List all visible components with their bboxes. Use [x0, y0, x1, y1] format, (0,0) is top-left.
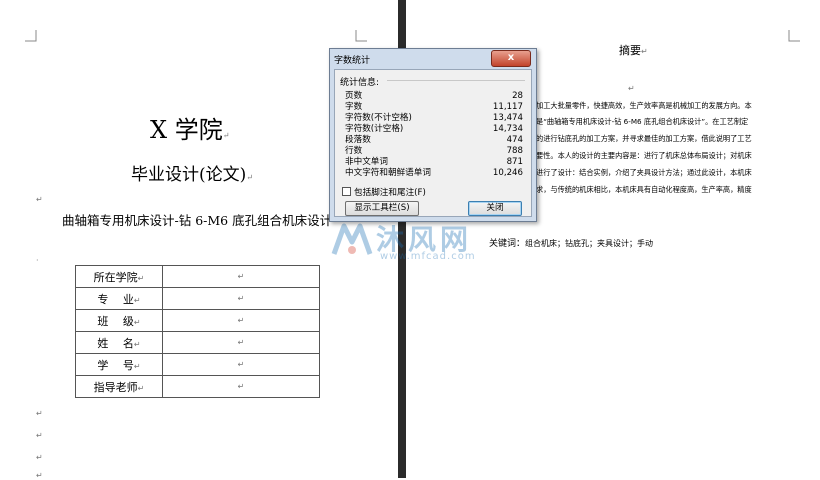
stat-label: 字符数(计空格) [345, 124, 404, 134]
dialog-title: 字数统计 [334, 56, 371, 66]
crop-mark-top-left [25, 30, 37, 42]
paragraph-mark: ↵ [36, 195, 43, 204]
stat-value: 788 [506, 146, 523, 156]
stat-row: 字数 11,117 [345, 102, 523, 112]
stat-label: 非中文单词 [345, 157, 388, 167]
table-row: 班 级↵ ↵ [75, 309, 320, 332]
stat-row: 行数 788 [345, 146, 523, 156]
stat-value: 13,474 [492, 113, 523, 123]
table-label: 学 号↵ [75, 353, 163, 376]
table-value-cell[interactable]: ↵ [162, 309, 320, 332]
student-info-table: 所在学院↵ ↵ 专 业↵ ↵ 班 级↵ ↵ 姓 名↵ ↵ 学 号↵ ↵ 指导老师↵ ↵ [75, 265, 320, 398]
crop-mark-top-right [355, 30, 367, 42]
abstract-line: 是“曲轴箱专用机床设计-钻 6-M6 底孔组合机床设计”。在工艺制定 [536, 117, 749, 126]
abstract-line: 求，与传统的机床相比，本机床具有自动化程度高，生产率高，精度 [536, 185, 752, 194]
keywords-line: 关键词：组合机床；钻底孔；夹具设计；手动 [489, 236, 653, 249]
paragraph-mark: ↵ [36, 409, 43, 418]
table-row: 指导老师↵ ↵ [75, 375, 320, 398]
stat-value: 871 [506, 157, 523, 167]
stat-row: 字符数(计空格) 14,734 [345, 124, 523, 134]
stat-label: 字符数(不计空格) [345, 113, 412, 123]
stat-row: 字符数(不计空格) 13,474 [345, 113, 523, 123]
paragraph-mark: · [36, 256, 39, 265]
stat-label: 页数 [345, 91, 363, 101]
table-row: 学 号↵ ↵ [75, 353, 320, 376]
statistics-group-label: 统计信息: [340, 78, 380, 88]
paragraph-mark: ↵ [36, 453, 43, 462]
checkbox-label: 包括脚注和尾注(F) [354, 188, 426, 198]
stat-value: 10,246 [492, 168, 523, 178]
stat-row: 中文字符和朝鲜语单词 10,246 [345, 168, 523, 178]
table-label: 姓 名↵ [75, 331, 163, 354]
table-label: 所在学院↵ [75, 265, 163, 288]
group-separator [387, 80, 525, 81]
abstract-line: 加工大批量零件，快捷高效，生产效率高是机械加工的发展方向。本 [536, 101, 752, 110]
watermark-url: www.mfcad.com [380, 251, 476, 262]
table-value-cell[interactable]: ↵ [162, 331, 320, 354]
stat-row: 非中文单词 871 [345, 157, 523, 167]
stat-value: 28 [512, 91, 523, 101]
abstract-line: 的进行钻底孔的加工方案，并寻求最佳的加工方案，借此说明了工艺 [536, 134, 752, 143]
watermark-logo-icon [331, 223, 373, 255]
table-value-cell[interactable]: ↵ [162, 265, 320, 288]
table-value-cell[interactable]: ↵ [162, 353, 320, 376]
table-label: 指导老师↵ [75, 375, 163, 398]
abstract-title: 摘要↵ [619, 44, 648, 57]
abstract-line: 要性。本人的设计的主要内容是：进行了机床总体布局设计；对机床 [536, 151, 752, 160]
table-row: 所在学院↵ ↵ [75, 265, 320, 288]
table-label: 班 级↵ [75, 309, 163, 332]
stat-label: 段落数 [345, 135, 371, 145]
table-label: 专 业↵ [75, 287, 163, 310]
table-row: 专 业↵ ↵ [75, 287, 320, 310]
stat-label: 行数 [345, 146, 363, 156]
dialog-close-x-button[interactable]: x [491, 50, 531, 67]
word-count-dialog: 字数统计 x 统计信息: 页数 28 字数 11,117 字符数(不计空格) 13,4… [329, 48, 537, 222]
include-footnotes-checkbox[interactable]: 包括脚注和尾注(F) [342, 187, 426, 198]
stat-value: 14,734 [492, 124, 523, 134]
crop-mark-top-right [788, 30, 800, 42]
stat-row: 段落数 474 [345, 135, 523, 145]
checkbox-box[interactable] [342, 187, 351, 196]
stat-label: 中文字符和朝鲜语单词 [345, 168, 431, 178]
thesis-subtitle: 毕业设计(论文)↵ [131, 165, 253, 185]
close-button[interactable]: 关闭 [468, 201, 522, 216]
abstract-line: 进行了设计：结合实例，介绍了夹具设计方法；通过此设计，本机床 [536, 168, 752, 177]
paragraph-mark: ↵ [36, 431, 43, 440]
college-title: X 学院↵ [150, 116, 230, 144]
stat-label: 字数 [345, 102, 363, 112]
table-value-cell[interactable]: ↵ [162, 375, 320, 398]
paragraph-mark: ↵ [628, 84, 635, 93]
close-icon: x [507, 52, 515, 63]
table-row: 姓 名↵ ↵ [75, 331, 320, 354]
show-toolbar-button[interactable]: 显示工具栏(S) [345, 201, 419, 216]
stat-value: 11,117 [492, 102, 523, 112]
table-value-cell[interactable]: ↵ [162, 287, 320, 310]
site-watermark: 沐风网 www.mfcad.com [330, 218, 500, 268]
stat-value: 474 [506, 135, 523, 145]
keywords-text: 组合机床；钻底孔；夹具设计；手动 [525, 239, 654, 248]
stat-row: 页数 28 [345, 91, 523, 101]
paragraph-mark: ↵ [36, 471, 43, 480]
dialog-body: 统计信息: 页数 28 字数 11,117 字符数(不计空格) 13,474 字符数(… [334, 69, 532, 217]
thesis-topic: 曲轴箱专用机床设计-钻 6-M6 底孔组合机床设计 [62, 213, 333, 228]
